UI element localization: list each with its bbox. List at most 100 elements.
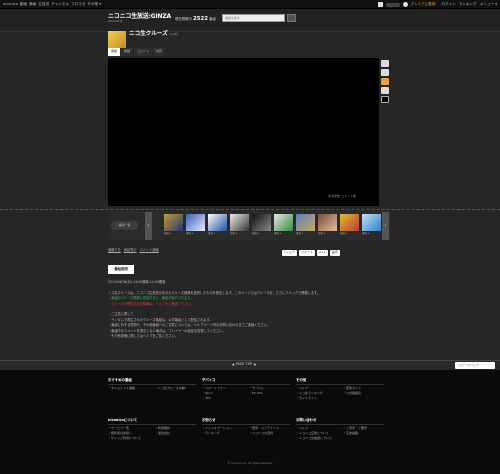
share-button[interactable]: 設定 — [329, 250, 340, 256]
viewer-count: 現在視聴中 2522 番組 — [175, 16, 216, 22]
carousel-item[interactable]: 番組 ▸ — [252, 214, 271, 235]
tab-2[interactable]: 詳細 — [121, 48, 134, 56]
player-side-controls — [381, 60, 390, 105]
global-right-link[interactable]: ランキング — [459, 2, 477, 6]
viewer-count-unit: 番組 — [209, 17, 216, 21]
carousel-thumbnail[interactable] — [340, 214, 359, 231]
carousel-item[interactable]: 番組 ▸ — [186, 214, 205, 235]
side-button-1[interactable] — [381, 60, 389, 67]
footer-link[interactable]: ・ニコニコ生放送について — [296, 436, 337, 441]
footer-link-grid: ・ヘルプ ・配信ガイド ・ニコ生ランキング ・公式番組表 ・ガイドライン — [296, 386, 384, 401]
carousel-thumbnail[interactable] — [252, 214, 271, 231]
carousel-item[interactable]: 番組 ▸ — [164, 214, 183, 235]
carousel-item[interactable]: 番組 ▸ — [340, 214, 359, 235]
footer-column: おすすめの番組 ・タイムシフト番組 ・ニコ生クルーズ(β版) — [108, 378, 196, 391]
carousel-thumbnail[interactable] — [208, 214, 227, 231]
global-nav-item[interactable]: その他 ▾ — [87, 2, 101, 6]
footer-column-title: おすすめの番組 — [108, 378, 196, 385]
global-right-link[interactable]: メニュー ▾ — [480, 2, 497, 6]
global-nav-item[interactable]: チャンネル — [51, 2, 69, 6]
notification-icon[interactable] — [377, 2, 383, 7]
premium-link[interactable]: プレミアム登録 — [411, 2, 436, 6]
carousel-next-button[interactable]: › — [382, 212, 389, 240]
site-footer: おすすめの番組 ・タイムシフト番組 ・ニコ生クルーズ(β版) デバイス ・スマートフォン… — [0, 370, 500, 474]
program-title-text: ニコ生クルーズ — [129, 31, 168, 37]
footer-link[interactable]: ・広告掲載 — [343, 431, 384, 436]
carousel-item[interactable]: 番組 ▸ — [230, 214, 249, 235]
settings-icon[interactable] — [402, 2, 408, 7]
carousel-item[interactable]: 番組 ▸ — [274, 214, 293, 235]
carousel-lead-button[interactable]: 番組一覧 — [111, 221, 138, 230]
share-button[interactable]: G+1 — [317, 250, 328, 256]
player-tabs: 番組 詳細 コメント 共有 — [108, 48, 390, 57]
footer-column: その他 ・ヘルプ ・配信ガイド ・ニコ生ランキング ・公式番組表 ・ガイドライン — [296, 378, 384, 401]
carousel-item-caption: 番組 ▸ — [186, 232, 194, 235]
footer-link[interactable]: ・サイトご利用について — [108, 436, 149, 441]
footer-link[interactable]: ・運営会社 — [155, 431, 196, 436]
video-player[interactable] — [108, 58, 379, 206]
carousel-thumbnail[interactable] — [362, 214, 381, 231]
page-top-link[interactable]: ▲ PAGE TOP ▲ — [232, 362, 256, 366]
footer-link[interactable]: ・ガイドライン — [296, 396, 337, 401]
tab-3[interactable]: コメント — [134, 48, 153, 56]
footer-link-grid: ・サービス一覧 ・利用規約 ・権利者の皆様へ ・運営会社 ・サイトご利用について — [108, 426, 196, 441]
carousel-thumbnail[interactable] — [164, 214, 183, 231]
global-nav-item[interactable]: 生放送 — [38, 2, 49, 6]
footer-link[interactable]: ・ニコニコ大百科 — [249, 431, 290, 436]
tab-1[interactable]: 番組 — [108, 48, 121, 56]
footer-link[interactable]: ・ランキング — [202, 431, 243, 436]
sub-nav: 通報する 番組表示 コメント通報 — [108, 248, 159, 253]
site-header: ニコニコ生放送:GINZA nicolive β 現在視聴中 2522 番組 — [0, 9, 500, 32]
global-nav-item[interactable]: ブロマガ — [71, 2, 85, 6]
global-nav-item[interactable]: 静画 — [29, 2, 36, 6]
description-tab[interactable]: 番組説明 — [108, 265, 134, 274]
footer-link[interactable]: ・PS Vita — [249, 391, 290, 396]
carousel-prev-button[interactable]: ‹ — [145, 212, 152, 240]
global-nav-item[interactable]: 動画 — [20, 2, 27, 6]
carousel-item[interactable]: 番組 ▸ — [362, 214, 381, 235]
footer-link-grid: ・ヘルプ ・ご意見・ご要望 ・ニコニコ広告について ・広告掲載 ・ニコニコ生放送について — [296, 426, 384, 441]
footer-link[interactable]: ・ニコ生クルーズ(β版) — [155, 386, 196, 391]
carousel-thumbnail[interactable] — [186, 214, 205, 231]
footer-column-title: お問い合わせ — [296, 418, 384, 425]
carousel-thumbnail[interactable] — [230, 214, 249, 231]
global-nav-item[interactable]: niconico — [3, 2, 18, 6]
player-meta: 来場者数 コメント数 — [328, 194, 356, 198]
carousel-item-caption: 番組 ▸ — [296, 232, 304, 235]
sub-nav-link[interactable]: 通報する — [108, 248, 121, 253]
footer-column-title: その他 — [296, 378, 384, 385]
tab-4[interactable]: 共有 — [153, 48, 166, 56]
toggle-switch[interactable] — [385, 2, 400, 7]
feedback-button[interactable]: フィードバック — [455, 362, 495, 369]
global-right-link[interactable]: ログイン — [441, 2, 455, 6]
side-button-2[interactable] — [381, 69, 389, 76]
search-button[interactable] — [287, 14, 296, 22]
search-input[interactable] — [222, 14, 285, 22]
share-button[interactable]: ツイート — [299, 250, 316, 256]
viewer-count-label: 現在視聴中 — [175, 17, 192, 21]
footer-link-grid: ・インフォメーション ・障害・メンテナンス ・ランキング ・ニコニコ大百科 — [202, 426, 290, 436]
side-button-3[interactable] — [381, 78, 389, 85]
footer-link[interactable]: ・3DS — [202, 396, 243, 401]
description-line: ・その他詳細に関してはヘルプをご覧ください。 — [108, 334, 178, 339]
carousel-item[interactable]: 番組 ▸ — [318, 214, 337, 235]
carousel-thumbnail[interactable] — [274, 214, 293, 231]
sub-nav-link[interactable]: 番組表示 — [124, 248, 137, 253]
footer-column-title: デバイス — [202, 378, 290, 385]
share-buttons: f シェア ツイート G+1 設定 — [282, 250, 340, 256]
share-button[interactable]: f シェア — [282, 250, 298, 256]
footer-column-title: お知らせ — [202, 418, 290, 425]
carousel-thumbnail[interactable] — [296, 214, 315, 231]
copyright: © niconico inc. All rights reserved. — [227, 462, 273, 465]
carousel-item[interactable]: 番組 ▸ — [296, 214, 315, 235]
carousel-thumbnail[interactable] — [318, 214, 337, 231]
footer-link[interactable]: ・タイムシフト番組 — [108, 386, 149, 391]
side-button-5[interactable] — [381, 96, 389, 103]
side-button-4[interactable] — [381, 87, 389, 94]
global-right: プレミアム登録 ログイン ランキング メニュー ▾ — [377, 2, 497, 7]
sub-nav-link[interactable]: コメント通報 — [140, 248, 159, 253]
program-thumbnail[interactable] — [108, 31, 126, 48]
program-title: ニコ生クルーズ (公式) — [129, 31, 178, 38]
carousel-item[interactable]: 番組 ▸ — [208, 214, 227, 235]
footer-link[interactable]: ・公式番組表 — [343, 391, 384, 396]
